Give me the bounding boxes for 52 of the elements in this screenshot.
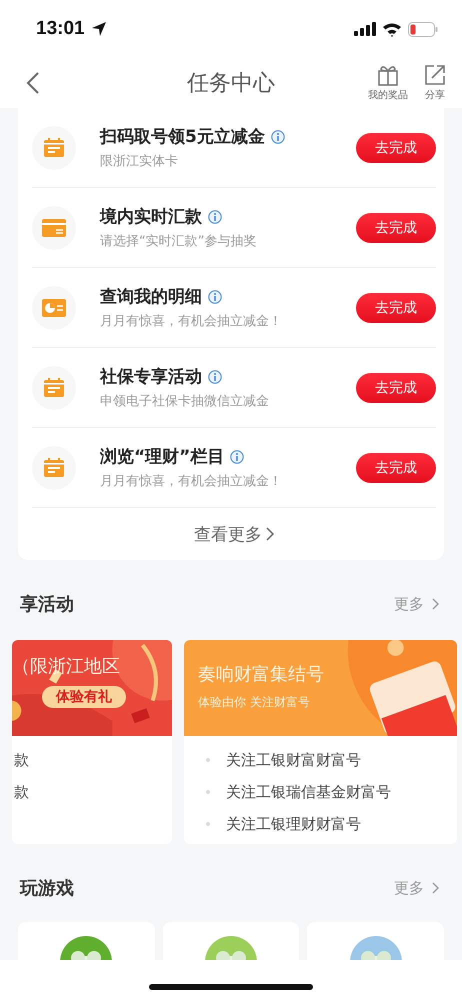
banner-title: 奏响财富集结号 bbox=[198, 663, 325, 686]
signal-icon bbox=[354, 22, 376, 36]
task-subtitle: 限浙江实体卡 bbox=[100, 153, 179, 170]
task-subtitle: 月月有惊喜，有机会抽立减金！ bbox=[100, 473, 283, 490]
banner-subtitle: 体验由你 关注财富号 bbox=[198, 694, 311, 711]
activity-item[interactable]: 关注工银理财财富号 bbox=[226, 814, 361, 834]
task-subtitle: 申领电子社保卡抽微信立减金 bbox=[100, 393, 270, 410]
task-icon bbox=[32, 286, 76, 330]
task-subtitle: 月月有惊喜，有机会抽立减金！ bbox=[100, 313, 283, 330]
section-title: 享活动 bbox=[20, 593, 74, 616]
task-subtitle: 请选择“实时汇款”参与抽奖 bbox=[100, 233, 258, 250]
task-title: 社保专享活动 bbox=[100, 366, 202, 388]
activity-item[interactable]: 关注工银瑞信基金财富号 bbox=[226, 782, 391, 802]
chevron-icon bbox=[432, 598, 440, 610]
banner-badge: 体验有礼 bbox=[42, 686, 126, 708]
task-title: 查询我的明细 bbox=[100, 286, 202, 308]
share-icon bbox=[424, 64, 446, 86]
activity-item[interactable]: 款 bbox=[14, 782, 29, 802]
task-icon bbox=[32, 126, 76, 170]
task-title: 浏览“理财”栏目 bbox=[100, 446, 224, 468]
activity-item[interactable]: 款 bbox=[14, 750, 29, 770]
section-title: 玩游戏 bbox=[20, 877, 74, 900]
wifi-icon bbox=[382, 22, 402, 36]
task-icon bbox=[32, 446, 76, 490]
location-arrow-icon bbox=[90, 21, 107, 37]
complete-button[interactable]: 去完成 bbox=[356, 372, 436, 402]
complete-button[interactable]: 去完成 bbox=[356, 292, 436, 322]
chevron-icon bbox=[432, 882, 440, 894]
battery-icon bbox=[408, 22, 438, 36]
info-icon[interactable] bbox=[208, 370, 222, 384]
activity-card[interactable]: （限浙江地区 体验有礼 款 款 bbox=[12, 640, 172, 844]
banner-title: （限浙江地区 bbox=[12, 655, 120, 678]
complete-button[interactable]: 去完成 bbox=[356, 132, 436, 162]
info-icon[interactable] bbox=[230, 450, 244, 464]
task-icon bbox=[32, 366, 76, 410]
activity-item[interactable]: 关注工银财富财富号 bbox=[226, 750, 361, 770]
page-title: 任务中心 bbox=[187, 70, 275, 98]
info-icon[interactable] bbox=[270, 130, 285, 144]
back-icon[interactable] bbox=[26, 71, 40, 95]
activity-card[interactable]: 奏响财富集结号 体验由你 关注财富号 关注工银财富财富号 关注工银瑞信基金财富号 关注工银理财财富号 bbox=[184, 640, 457, 844]
task-title: 境内实时汇款 bbox=[100, 206, 202, 228]
complete-button[interactable]: 去完成 bbox=[356, 452, 436, 482]
status-time: 13:01 bbox=[36, 18, 85, 40]
nav-action-button[interactable]: 分享 bbox=[424, 64, 446, 102]
complete-button[interactable]: 去完成 bbox=[356, 212, 436, 242]
info-icon[interactable] bbox=[208, 210, 222, 224]
chevron-icon bbox=[266, 527, 274, 541]
gift-icon bbox=[377, 64, 399, 86]
task-title: 扫码取号领5元立减金 bbox=[100, 126, 265, 148]
nav-action-button[interactable]: 我的奖品 bbox=[368, 64, 408, 102]
info-icon[interactable] bbox=[208, 290, 222, 304]
task-icon bbox=[32, 206, 76, 250]
